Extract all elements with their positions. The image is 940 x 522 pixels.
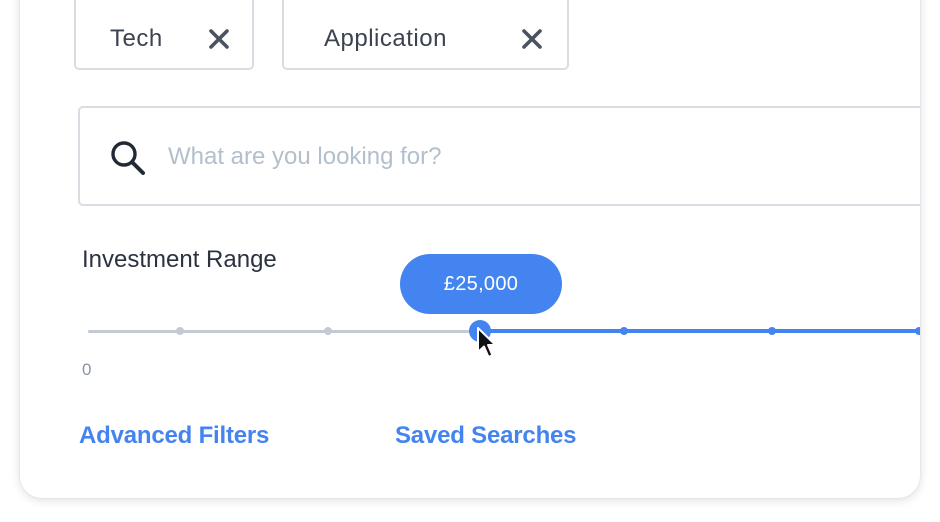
search-input[interactable]	[166, 136, 870, 178]
filter-tag-label: Application	[324, 25, 447, 52]
slider-tick	[176, 327, 184, 335]
slider-tick	[915, 327, 920, 335]
slider-tick	[324, 327, 332, 335]
slider-tick	[768, 327, 776, 335]
search-box	[78, 106, 920, 206]
slider-min-label: 0	[82, 360, 92, 379]
slider-value-bubble: £25,000	[400, 254, 562, 314]
investment-range-label: Investment Range	[82, 246, 277, 273]
search-filter-card: Tech Application Investment Range £25,00…	[20, 0, 920, 498]
slider-track-fill	[480, 329, 920, 333]
close-icon[interactable]	[519, 26, 545, 52]
slider-tick	[620, 327, 628, 335]
filter-tag-label: Tech	[110, 25, 163, 52]
saved-searches-link[interactable]: Saved Searches	[395, 422, 577, 450]
filter-tag-application: Application	[282, 0, 569, 70]
search-icon	[111, 141, 145, 175]
advanced-filters-link[interactable]: Advanced Filters	[79, 422, 269, 450]
filter-tag-tech: Tech	[74, 0, 254, 70]
slider-thumb[interactable]	[469, 320, 491, 342]
close-icon[interactable]	[206, 26, 232, 52]
